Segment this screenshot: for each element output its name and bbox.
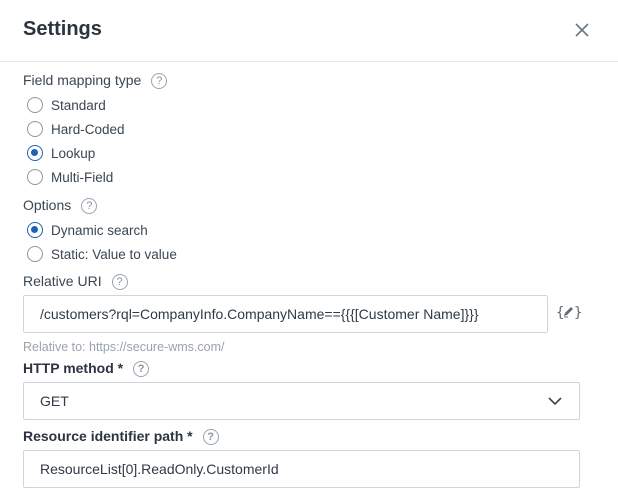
radio-dynamic-search[interactable]: Dynamic search <box>27 221 148 239</box>
radio-button[interactable] <box>27 246 43 262</box>
radio-label: Dynamic search <box>51 222 148 238</box>
radio-lookup[interactable]: Lookup <box>27 144 95 162</box>
radio-standard[interactable]: Standard <box>27 96 106 114</box>
chevron-down-icon <box>548 397 562 406</box>
radio-button-selected[interactable] <box>27 145 43 161</box>
token-editor-icon[interactable]: { } <box>556 302 582 322</box>
radio-label: Standard <box>51 97 106 113</box>
resource-path-text: Resource identifier path * <box>23 428 193 444</box>
help-icon[interactable]: ? <box>202 429 219 446</box>
relative-uri-label: Relative URI? <box>23 273 128 291</box>
dialog-header: Settings <box>0 0 618 62</box>
relative-uri-text: Relative URI <box>23 273 102 289</box>
radio-hard-coded[interactable]: Hard-Coded <box>27 120 125 138</box>
help-icon[interactable]: ? <box>81 198 98 215</box>
http-method-select[interactable]: GET <box>23 382 580 420</box>
resource-path-label: Resource identifier path *? <box>23 428 219 446</box>
help-icon[interactable]: ? <box>111 274 128 291</box>
options-label: Options? <box>23 197 98 215</box>
close-icon[interactable] <box>572 20 592 40</box>
relative-uri-input[interactable]: /customers?rql=CompanyInfo.CompanyName==… <box>23 295 548 333</box>
radio-label: Lookup <box>51 145 96 161</box>
radio-button[interactable] <box>27 121 43 137</box>
field-mapping-type-label: Field mapping type? <box>23 72 168 90</box>
field-mapping-type-text: Field mapping type <box>23 72 142 88</box>
radio-label: Static: Value to value <box>51 246 177 262</box>
relative-uri-hint: Relative to: https://secure-wms.com/ <box>23 340 225 354</box>
radio-button[interactable] <box>27 97 43 113</box>
resource-path-input[interactable]: ResourceList[0].ReadOnly.CustomerId <box>23 450 580 488</box>
http-method-value: GET <box>40 393 69 409</box>
svg-text:}: } <box>574 305 582 321</box>
http-method-label: HTTP method *? <box>23 360 150 378</box>
radio-button[interactable] <box>27 169 43 185</box>
radio-label: Hard-Coded <box>51 121 125 137</box>
radio-button-selected[interactable] <box>27 222 43 238</box>
http-method-text: HTTP method * <box>23 360 124 376</box>
help-icon[interactable]: ? <box>133 361 150 378</box>
dialog-title: Settings <box>23 18 102 40</box>
radio-label: Multi-Field <box>51 169 114 185</box>
svg-text:{: { <box>556 305 564 321</box>
help-icon[interactable]: ? <box>151 73 168 90</box>
radio-static-value[interactable]: Static: Value to value <box>27 245 177 263</box>
options-text: Options <box>23 197 72 213</box>
radio-multi-field[interactable]: Multi-Field <box>27 168 113 186</box>
